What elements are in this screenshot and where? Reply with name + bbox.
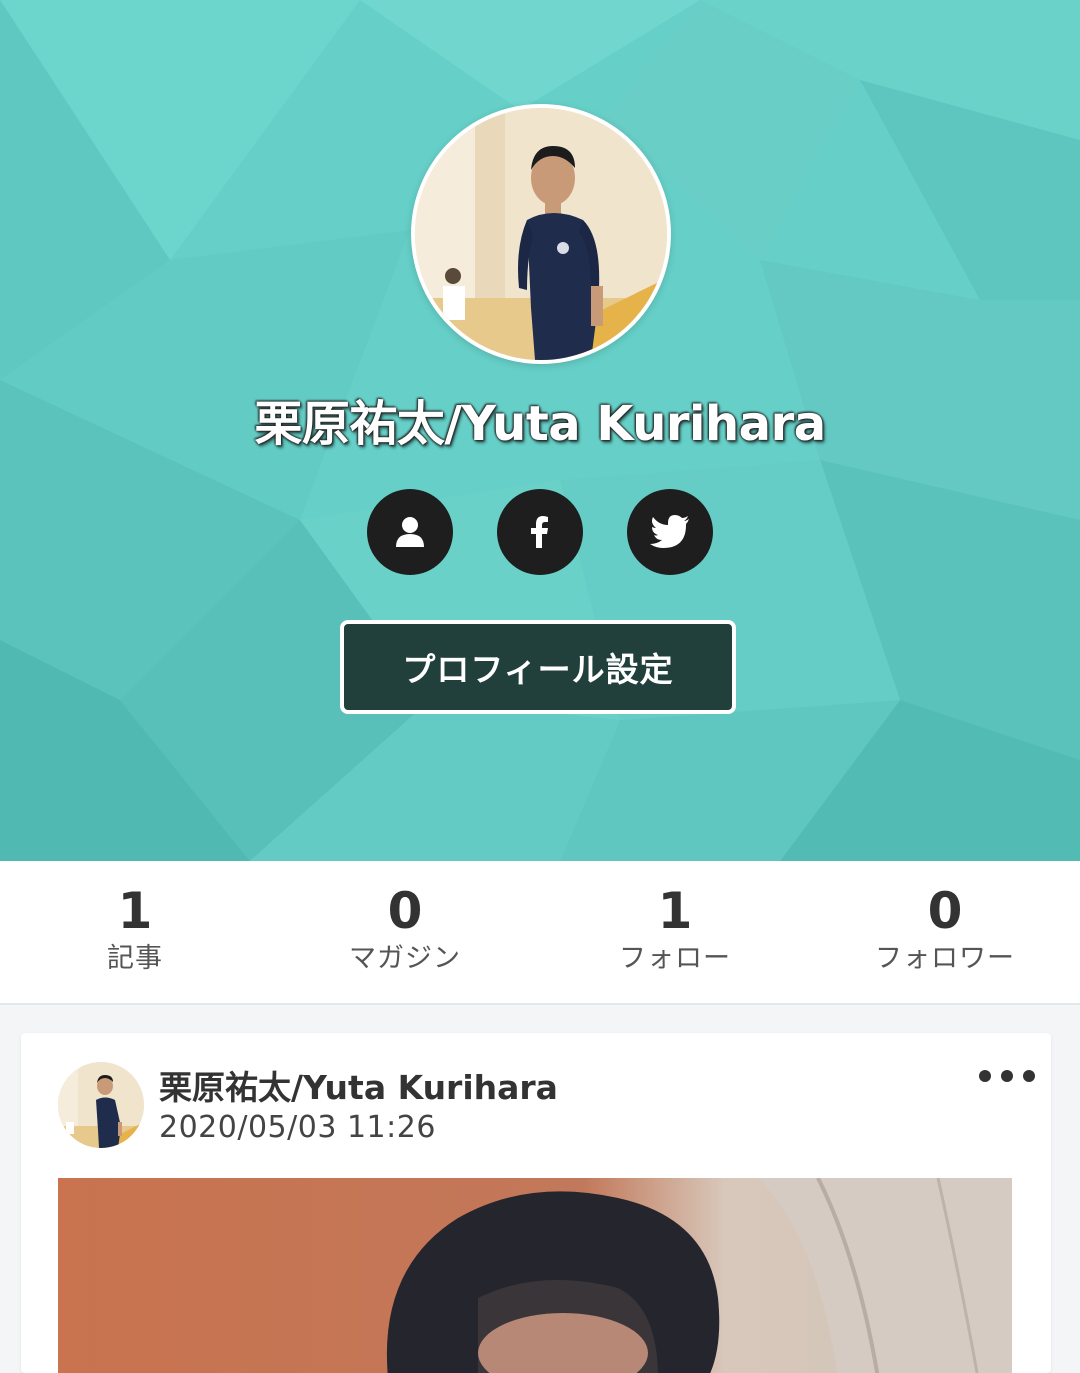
post-author-name[interactable]: 栗原祐太/Yuta Kurihara: [159, 1061, 558, 1109]
post-card[interactable]: 栗原祐太/Yuta Kurihara 2020/05/03 11:26: [21, 1033, 1051, 1373]
facebook-link-button[interactable]: [497, 489, 583, 575]
more-dots-icon: [1001, 1070, 1013, 1082]
facebook-icon: [531, 516, 548, 548]
post-photo: [58, 1178, 1012, 1373]
profile-link-button[interactable]: [367, 489, 453, 575]
more-dots-icon: [1023, 1070, 1035, 1082]
stat-count: 1: [657, 882, 693, 940]
profile-name: 栗原祐太/Yuta Kurihara: [254, 396, 826, 452]
stat-label: フォロー: [619, 943, 731, 974]
more-dots-icon: [979, 1070, 991, 1082]
stat-followers[interactable]: 0 フォロワー: [810, 879, 1080, 977]
stat-magazines[interactable]: 0 マガジン: [270, 879, 540, 977]
profile-avatar[interactable]: [411, 104, 671, 364]
stat-count: 0: [387, 882, 423, 940]
stat-following[interactable]: 1 フォロー: [540, 879, 810, 977]
profile-header: 栗原祐太/Yuta Kurihara プロフィール設定: [0, 0, 1080, 861]
author-photo: [58, 1062, 144, 1148]
profile-icon: [396, 517, 424, 547]
stat-label: マガジン: [349, 943, 461, 974]
profile-settings-button[interactable]: プロフィール設定: [340, 620, 736, 714]
profile-stats: 1 記事 0 マガジン 1 フォロー 0 フォロワー: [0, 861, 1080, 1005]
twitter-link-button[interactable]: [627, 489, 713, 575]
stat-label: 記事: [107, 943, 163, 974]
twitter-icon: [650, 515, 689, 548]
more-options-button[interactable]: [979, 1061, 1035, 1091]
post-image[interactable]: [58, 1178, 1012, 1373]
stat-label: フォロワー: [875, 943, 1015, 974]
stat-articles[interactable]: 1 記事: [0, 879, 270, 977]
stat-count: 1: [117, 882, 153, 940]
social-links: [367, 489, 713, 575]
stat-count: 0: [927, 882, 963, 940]
profile-photo: [415, 108, 667, 360]
post-date: 2020/05/03 11:26: [159, 1110, 436, 1145]
post-author-avatar[interactable]: [58, 1062, 144, 1148]
